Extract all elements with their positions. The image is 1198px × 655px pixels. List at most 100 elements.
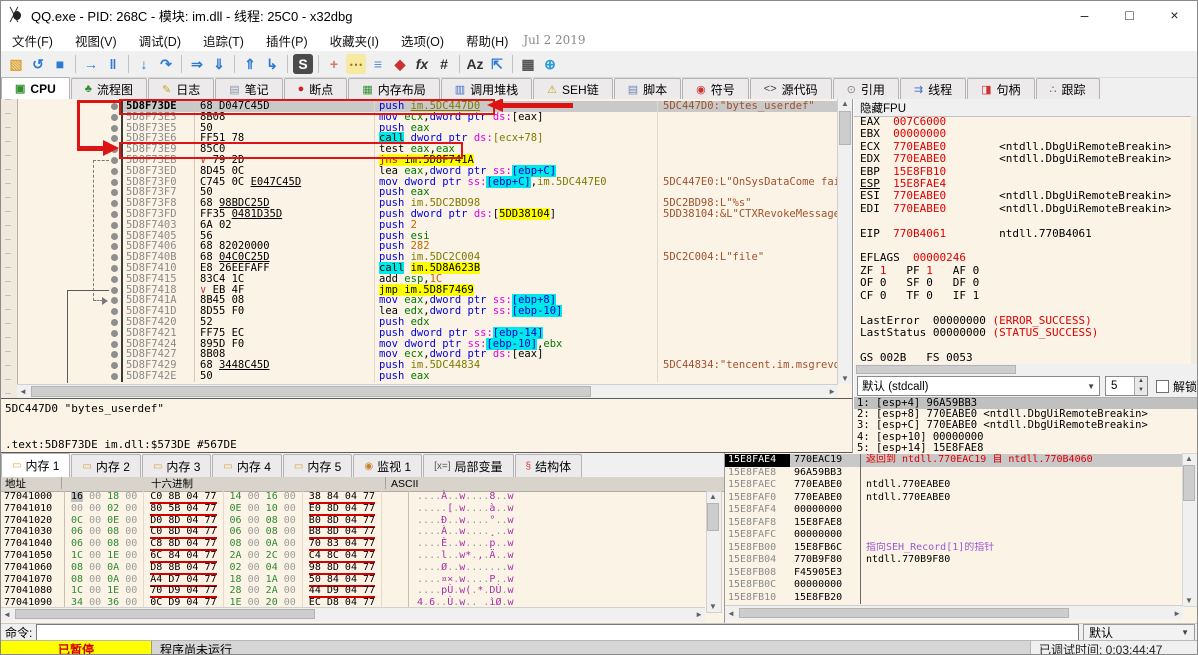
register-line[interactable]: EDI 770EABE0 <ntdll.DbgUiRemoteBreakin> [860, 202, 1192, 215]
compare-icon[interactable]: # [434, 54, 454, 74]
stack-row[interactable]: 15E8FB00 15E8FB6C 指向SEH_Record[1]的指针 [725, 541, 1183, 554]
breakpoint-dot[interactable] [111, 275, 118, 283]
stack-row[interactable]: 15E8FB04 770B9F80 ntdll.770B9F80 [725, 554, 1183, 567]
stack-row[interactable]: 15E8FAEC 770EABE0 ntdll.770EABE0 [725, 479, 1183, 492]
breakpoint-dot[interactable] [111, 113, 118, 121]
calculator-icon[interactable]: ▦ [518, 54, 538, 74]
tab-dump-2[interactable]: ▭ 内存 2 [71, 454, 141, 477]
tab-watch-1[interactable]: ◉ 监视 1 [353, 454, 423, 477]
stack-hscrollbar[interactable]: ◄ ► [725, 605, 1183, 620]
tab-dump-3[interactable]: ▭ 内存 3 [141, 454, 212, 477]
breakpoint-dot[interactable] [111, 146, 118, 154]
tab-breakpoints[interactable]: ● 断点 [283, 78, 348, 99]
menu-file[interactable]: 文件(F) [1, 31, 64, 50]
breakpoint-dot[interactable] [111, 286, 118, 294]
menu-trace[interactable]: 追踪(T) [192, 31, 255, 50]
tab-handles[interactable]: ◨ 句柄 [967, 78, 1035, 99]
breakpoint-dot[interactable] [111, 318, 118, 326]
call-argument-row[interactable]: 3: [esp+C] 770EABE0 <ntdll.DbgUiRemoteBr… [854, 420, 1197, 431]
tab-threads[interactable]: ⇉ 线程 [899, 78, 967, 99]
stack-row[interactable]: 15E8FAF0 770EABE0 ntdll.770EABE0 [725, 491, 1183, 504]
command-input[interactable] [36, 624, 1079, 641]
tab-dump-4[interactable]: ▭ 内存 4 [212, 454, 282, 477]
step-over-icon[interactable]: ↷ [156, 54, 176, 74]
breakpoint-dot[interactable] [111, 210, 118, 218]
stack-panel[interactable]: 15E8FAE4 770EAC19 返回到 ntdll.770EAC19 自 ntd… [725, 453, 1197, 623]
disasm-row[interactable]: 5D8F7415 83C4 1C add esp,1C [17, 273, 838, 285]
dump-row[interactable]: 77041080 1C 00 1E 00 70 D9 04 77 28 00 2A 0… [1, 585, 707, 599]
memory-dump-panel[interactable]: ▭ 内存 1 ▭ 内存 2 ▭ 内存 3 ▭ 内存 4 ▭ 内存 5 ◉ 监视 1 [x=] 局部变量 § 结… [1, 453, 725, 623]
assemble-icon[interactable]: Az [465, 54, 485, 74]
stack-vscroll-thumb[interactable] [1183, 465, 1195, 501]
spin-up-icon[interactable]: ▲ [1134, 377, 1147, 386]
breakpoint-dot[interactable] [111, 351, 118, 359]
breakpoint-dot[interactable] [111, 167, 118, 175]
pause-icon[interactable]: ‖ [103, 54, 123, 74]
menu-plugins[interactable]: 插件(P) [255, 31, 319, 50]
breakpoint-dot[interactable] [111, 308, 118, 316]
spin-down-icon[interactable]: ▼ [1134, 386, 1147, 395]
stack-row[interactable]: 15E8FAF8 15E8FAE8 [725, 516, 1183, 529]
disasm-row[interactable]: 5D8F742E 50 push eax [17, 371, 838, 382]
calling-convention-select[interactable]: 默认 (stdcall) ▼ [857, 376, 1100, 396]
tab-symbols[interactable]: ◉ 符号 [682, 78, 749, 99]
tab-locals[interactable]: [x=] 局部变量 [423, 454, 514, 477]
tab-graph[interactable]: ♣ 流程图 [70, 78, 147, 99]
tab-trace[interactable]: ∴ 跟踪 [1035, 78, 1100, 99]
stack-row[interactable]: 15E8FB0C 00000000 [725, 579, 1183, 592]
breakpoint-dot[interactable] [111, 243, 118, 251]
registers-vscrollbar[interactable] [1191, 116, 1197, 364]
breakpoint-dot[interactable] [111, 297, 118, 305]
menu-favourites[interactable]: 收藏夹(I) [319, 31, 390, 50]
breakpoint-dot[interactable] [111, 340, 118, 348]
tab-cpu[interactable]: ▣ CPU [1, 77, 70, 99]
comment-icon[interactable]: ⋯ [346, 54, 366, 74]
breakpoint-dot[interactable] [111, 329, 118, 337]
breakpoint-dot[interactable] [111, 254, 118, 262]
tab-references[interactable]: ⊙ 引用 [832, 78, 899, 99]
breakpoint-dot[interactable] [111, 178, 118, 186]
breakpoint-dot[interactable] [111, 135, 118, 143]
tab-script[interactable]: ▤ 脚本 [613, 78, 682, 99]
stack-row[interactable]: 15E8FAE4 770EAC19 返回到 ntdll.770EAC19 自 ntd… [725, 454, 1183, 467]
tab-dump-1[interactable]: ▭ 内存 1 [1, 453, 71, 477]
dump-row[interactable]: 77041050 1C 00 1E 00 6C 84 04 77 2A 00 2C 0… [1, 549, 707, 563]
registers-hscrollbar[interactable] [854, 364, 1197, 375]
minimize-button[interactable]: – [1062, 1, 1107, 29]
argument-count-stepper[interactable]: 5 ▲ ▼ [1104, 376, 1148, 396]
stack-row[interactable]: 15E8FB10 15E8FB20 [725, 591, 1183, 604]
breakpoint-dot[interactable] [111, 232, 118, 240]
maximize-button[interactable]: □ [1107, 1, 1152, 29]
stack-row[interactable]: 15E8FAF4 00000000 [725, 504, 1183, 517]
dump-hscroll-thumb[interactable] [15, 609, 315, 619]
step-out-icon[interactable]: ⇑ [240, 54, 260, 74]
hide-fpu-button[interactable]: 隐藏FPU [854, 99, 1197, 117]
register-line[interactable]: GS 002B FS 0053 [860, 351, 1192, 364]
menu-help[interactable]: 帮助(H) [455, 31, 519, 50]
tab-source[interactable]: <> 源代码 [749, 78, 832, 99]
disassembly-hscroll-thumb[interactable] [31, 386, 591, 397]
registers-hscroll-thumb[interactable] [856, 365, 1016, 374]
disassembly-vscrollbar[interactable]: ▲ ▼ [837, 99, 852, 384]
settings-icon[interactable]: S [293, 54, 313, 74]
disassembly-vscroll-thumb[interactable] [839, 111, 851, 145]
call-arguments-list[interactable]: 1: [esp+4] 96A59BB3 2: [esp+8] 770EABE0 <… [854, 397, 1197, 454]
register-line[interactable]: EIP 770B4061 ntdll.770B4061 [860, 227, 1192, 240]
dump-row[interactable]: 77041020 0C 00 0E 00 D0 8D 04 77 06 00 08 0… [1, 514, 707, 528]
label-icon[interactable]: ≡ [368, 54, 388, 74]
breakpoint-dot[interactable] [111, 103, 118, 110]
run-to-user-code-icon[interactable]: ↳ [262, 54, 282, 74]
dump-vscroll-thumb[interactable] [707, 503, 719, 531]
register-line[interactable]: LastStatus 00000000 (STATUS_SUCCESS) [860, 326, 1192, 339]
disassembly-panel[interactable]: 5D8F73DE 68 D047C45D push im.5DC447D0 5DC44… [1, 99, 853, 398]
breakpoint-dot[interactable] [111, 156, 118, 164]
dump-row[interactable]: 77041060 08 00 0A 00 D8 8B 04 77 02 00 04 0… [1, 561, 707, 575]
disassembly-hscrollbar[interactable]: ◄ ► [17, 384, 838, 398]
dump-row[interactable]: 77041010 00 00 02 00 80 5B 04 77 0E 00 10 0… [1, 502, 707, 516]
tab-dump-5[interactable]: ▭ 内存 5 [282, 454, 353, 477]
run-icon[interactable]: → [81, 54, 101, 74]
stop-icon[interactable]: ■ [50, 54, 70, 74]
stack-hscroll-thumb[interactable] [739, 608, 1069, 618]
dump-row[interactable]: 77041030 06 00 08 00 C0 8D 04 77 06 00 08 0… [1, 526, 707, 540]
breakpoint-dot[interactable] [111, 221, 118, 229]
